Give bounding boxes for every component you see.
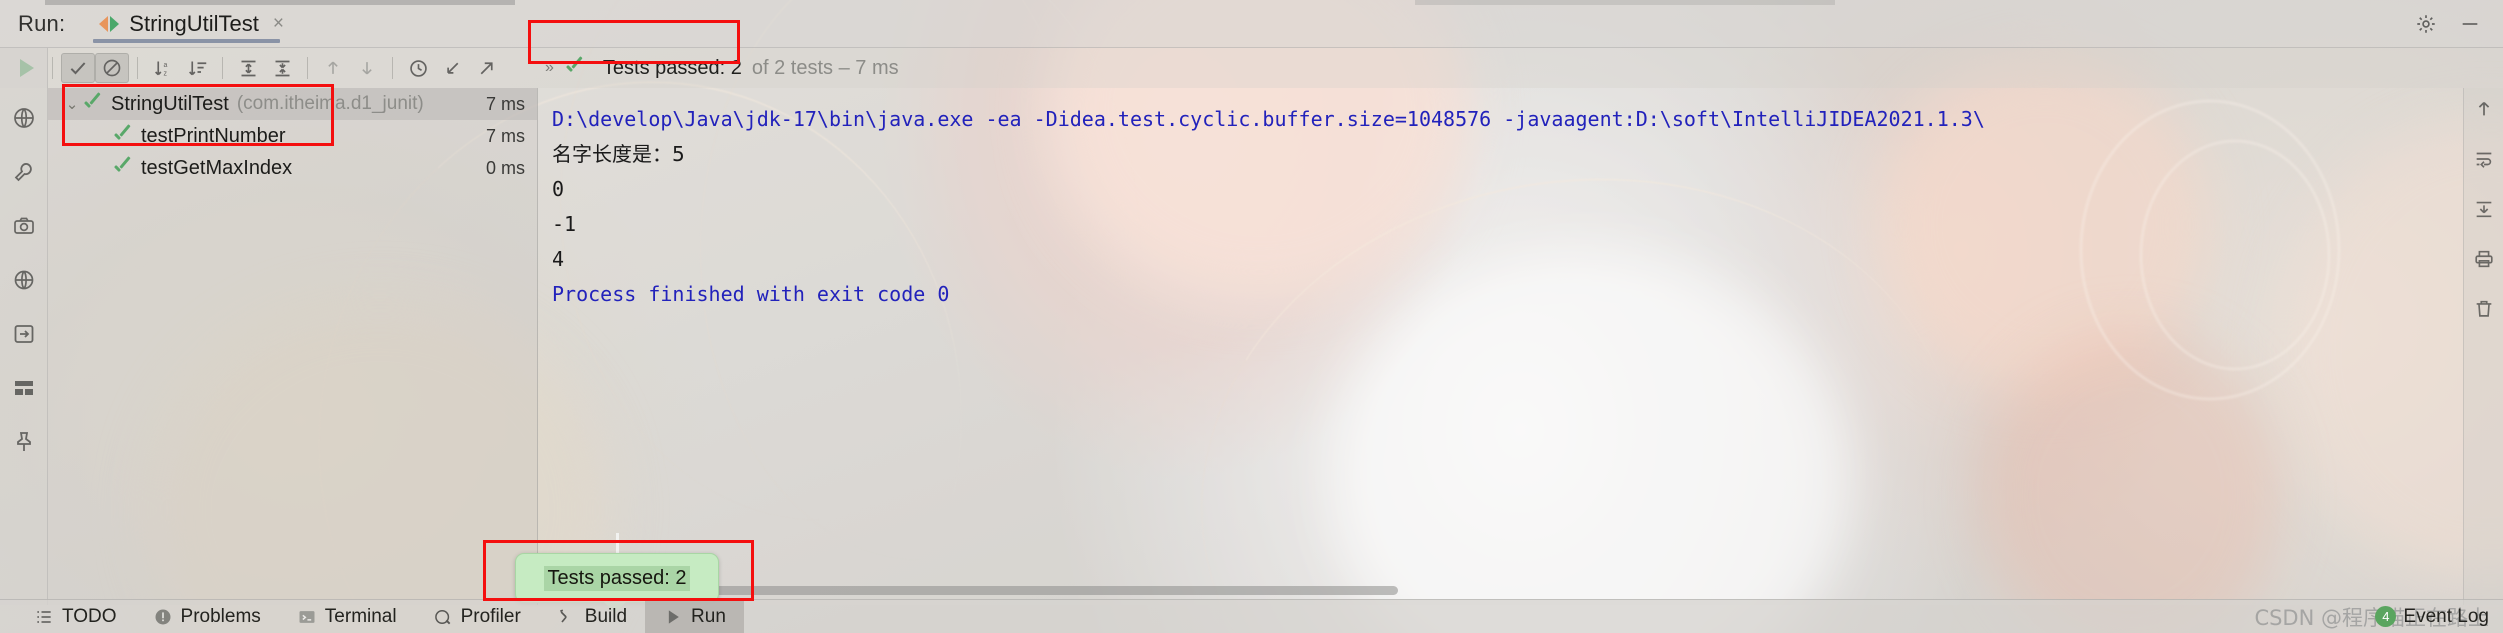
tree-row-duration: 0 ms bbox=[485, 157, 525, 178]
tests-passed-detail: of 2 tests – 7 ms bbox=[751, 56, 899, 79]
green-check-icon bbox=[82, 94, 102, 114]
export-icon[interactable] bbox=[435, 53, 469, 83]
statusbar-item-profiler[interactable]: Profiler bbox=[415, 600, 539, 633]
console-horizontal-scrollbar[interactable] bbox=[538, 583, 2463, 597]
expander-icon[interactable]: » bbox=[545, 59, 554, 77]
scroll-up-button[interactable] bbox=[316, 53, 350, 83]
tests-passed-tooltip: Tests passed: 2 bbox=[515, 553, 719, 613]
event-log-badge: 4 bbox=[2375, 606, 2397, 627]
sort-alphabetically-button[interactable]: az bbox=[146, 53, 180, 83]
arrow-up-icon[interactable] bbox=[2473, 98, 2495, 120]
statusbar-item-label: Run bbox=[691, 605, 726, 627]
statusbar-item-terminal[interactable]: Terminal bbox=[279, 600, 415, 633]
console-output[interactable]: D:\develop\Java\jdk-17\bin\java.exe -ea … bbox=[538, 88, 2463, 605]
terminal-icon bbox=[297, 607, 317, 627]
console-line: 名字长度是：5 bbox=[552, 142, 685, 166]
collapse-all-button[interactable] bbox=[265, 53, 299, 83]
tree-row[interactable]: testPrintNumber 7 ms bbox=[48, 120, 537, 152]
tests-passed-status: » Tests passed: 2 of 2 tests – 7 ms bbox=[545, 57, 899, 80]
console-gutter-toolbar bbox=[2463, 88, 2503, 605]
test-runner-toolbar: az » Tests passed: 2 of 2 tests – 7 ms bbox=[0, 48, 2503, 88]
tree-row-label: testPrintNumber bbox=[141, 124, 286, 147]
external-link-icon[interactable] bbox=[469, 53, 503, 83]
tab-underline bbox=[93, 38, 280, 43]
minimize-icon[interactable] bbox=[2459, 13, 2481, 35]
statusbar-item-todo[interactable]: TODO bbox=[16, 600, 135, 633]
green-check-icon bbox=[564, 58, 584, 78]
statusbar-item-label: Build bbox=[584, 605, 628, 627]
profiler-icon bbox=[433, 607, 453, 627]
statusbar-item-run[interactable]: Run bbox=[645, 599, 744, 633]
status-bar: TODO Problems Terminal Profiler Build Run CSD… bbox=[0, 599, 2503, 633]
list-icon bbox=[34, 607, 54, 627]
tree-row[interactable]: ⌄ StringUtilTest (com.itheima.d1_junit) 7 m… bbox=[48, 88, 537, 120]
event-log-label: Event Log bbox=[2403, 605, 2489, 627]
pin-icon[interactable] bbox=[12, 430, 36, 454]
statusbar-item-label: TODO bbox=[62, 605, 117, 627]
green-check-icon bbox=[112, 158, 132, 178]
close-icon[interactable]: × bbox=[273, 14, 284, 33]
tree-row[interactable]: testGetMaxIndex 0 ms bbox=[48, 152, 537, 184]
structure-icon[interactable] bbox=[12, 106, 36, 130]
expand-all-button[interactable] bbox=[231, 53, 265, 83]
show-passed-toggle[interactable] bbox=[61, 53, 95, 83]
hide-ignored-toggle[interactable] bbox=[95, 53, 129, 83]
import-icon[interactable] bbox=[12, 322, 36, 346]
statusbar-item-problems[interactable]: Problems bbox=[135, 600, 279, 633]
play-icon bbox=[663, 607, 683, 627]
sort-by-duration-button[interactable] bbox=[180, 53, 214, 83]
run-tab-stringutiltest[interactable]: StringUtilTest × bbox=[91, 1, 292, 47]
statusbar-item-label: Profiler bbox=[460, 605, 521, 627]
console-line: 4 bbox=[552, 247, 565, 271]
statusbar-item-build[interactable]: Build bbox=[539, 600, 645, 633]
event-log-button[interactable]: 4 Event Log bbox=[2375, 606, 2489, 628]
gear-icon[interactable] bbox=[2415, 13, 2437, 35]
clock-icon[interactable] bbox=[401, 53, 435, 83]
run-toolwindow-label: Run: bbox=[18, 10, 66, 36]
tree-row-duration: 7 ms bbox=[485, 93, 525, 114]
console-line: D:\develop\Java\jdk-17\bin\java.exe -ea … bbox=[552, 107, 1985, 131]
wrap-icon[interactable] bbox=[2473, 148, 2495, 170]
test-results-tree[interactable]: ⌄ StringUtilTest (com.itheima.d1_junit) 7 m… bbox=[48, 88, 538, 605]
tree-row-package: (com.itheima.d1_junit) bbox=[236, 93, 424, 114]
scroll-down-button[interactable] bbox=[350, 53, 384, 83]
hammer-icon bbox=[557, 607, 577, 627]
console-line: 0 bbox=[552, 177, 565, 201]
run-toolwindow-header: Run: StringUtilTest × bbox=[0, 0, 2503, 48]
tooltip-text: Tests passed: 2 bbox=[543, 565, 691, 591]
trash-icon[interactable] bbox=[2473, 298, 2495, 320]
svg-text:a: a bbox=[163, 61, 167, 68]
editor-scrollbar-sliver[interactable] bbox=[0, 0, 2503, 5]
console-line: -1 bbox=[552, 212, 577, 236]
tree-row-label: testGetMaxIndex bbox=[141, 156, 293, 179]
run-tab-label: StringUtilTest bbox=[129, 10, 259, 36]
svg-text:z: z bbox=[163, 70, 167, 77]
wrench-icon[interactable] bbox=[12, 160, 36, 184]
statusbar-item-label: Problems bbox=[180, 605, 261, 627]
left-tool-strip bbox=[0, 48, 48, 605]
chevron-down-icon[interactable]: ⌄ bbox=[62, 95, 82, 113]
statusbar-item-label: Terminal bbox=[324, 605, 397, 627]
camera-icon[interactable] bbox=[12, 214, 36, 238]
green-check-icon bbox=[112, 126, 132, 146]
run-configuration-icon bbox=[99, 14, 120, 34]
error-icon bbox=[153, 607, 173, 627]
printer-icon[interactable] bbox=[2473, 248, 2495, 270]
grid-icon[interactable] bbox=[12, 376, 36, 400]
scroll-end-icon[interactable] bbox=[2473, 198, 2495, 220]
tree-row-duration: 7 ms bbox=[485, 125, 525, 146]
globe-icon[interactable] bbox=[12, 268, 36, 292]
console-line: Process finished with exit code 0 bbox=[552, 282, 950, 306]
tree-row-label: StringUtilTest bbox=[111, 92, 229, 115]
tests-passed-count: Tests passed: 2 bbox=[602, 56, 742, 79]
